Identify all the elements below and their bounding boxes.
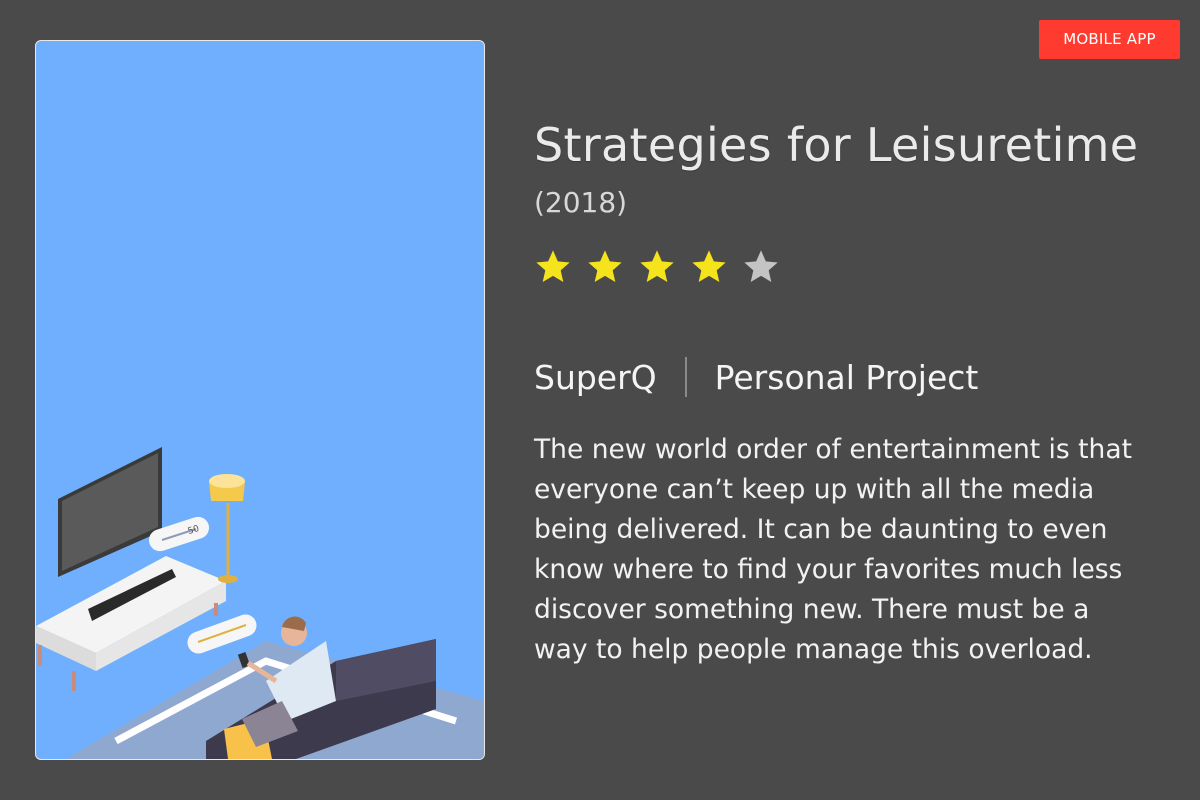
lamp-base bbox=[218, 575, 238, 583]
mobile-app-badge[interactable]: MOBILE APP bbox=[1039, 20, 1180, 59]
project-title: Strategies for Leisuretime bbox=[534, 118, 1139, 172]
star-icon bbox=[692, 250, 726, 282]
living-room-illustration: 50 bbox=[36, 447, 484, 759]
star-icon bbox=[744, 250, 778, 282]
meta-divider bbox=[684, 357, 687, 397]
star-icon bbox=[640, 250, 674, 282]
star-icon bbox=[588, 250, 622, 282]
progress-bubble bbox=[187, 614, 257, 654]
project-illustration: 50 bbox=[35, 40, 485, 760]
client-name: SuperQ bbox=[534, 357, 657, 397]
project-year: (2018) bbox=[534, 186, 628, 219]
lamp-top bbox=[209, 474, 245, 488]
star-rating bbox=[533, 247, 781, 287]
project-meta: SuperQ Personal Project bbox=[534, 357, 978, 397]
project-type: Personal Project bbox=[714, 357, 979, 397]
project-description: The new world order of entertainment is … bbox=[534, 434, 1132, 665]
star-icon bbox=[536, 250, 570, 282]
